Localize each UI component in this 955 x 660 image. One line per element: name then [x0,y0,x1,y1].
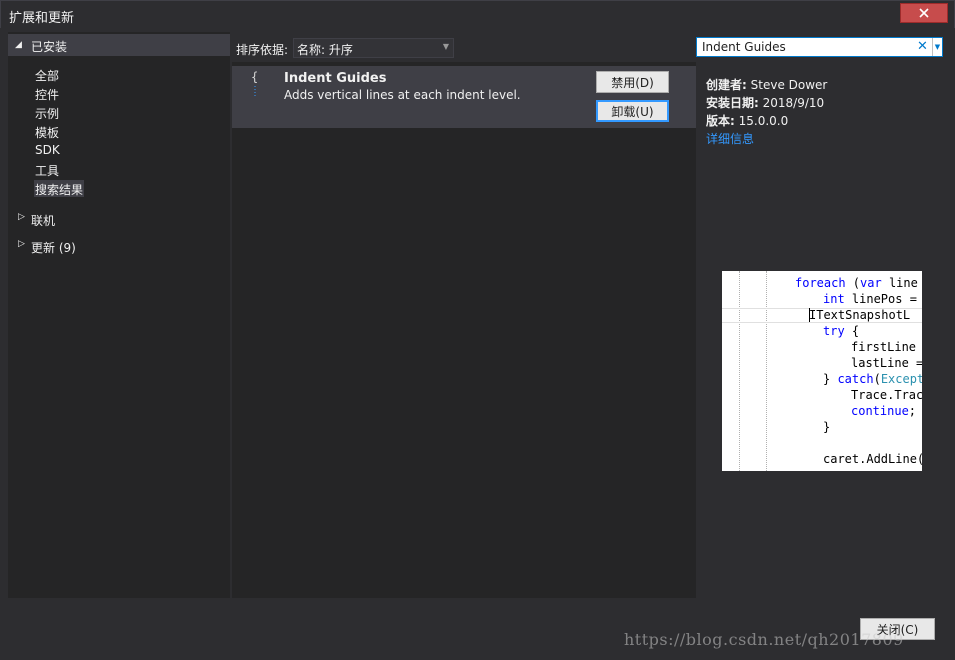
tree-item-templates[interactable]: 模板 [34,123,60,140]
window-title: 扩展和更新 [9,11,75,26]
code-token: Except [880,372,922,386]
code-token: line [881,276,918,290]
svg-text:{: { [251,70,258,84]
code-line: firstLine [851,339,916,355]
tree-node-label: 更新 (9) [31,241,76,255]
version-key: 版本: [706,114,735,128]
details-panel: 创建者: Steve Dower 安装日期: 2018/9/10 版本: 15.… [697,62,946,598]
extension-description: Adds vertical lines at each indent level… [284,88,521,102]
code-token: Trace.Trac [851,388,922,402]
code-token: linePos = [844,292,917,306]
dialog-footer: 关闭(C) [0,598,955,660]
tree-node-label: 已安装 [31,40,68,54]
sort-value: 名称: 升序 [297,43,353,57]
preview-image: foreach (var line int linePos = ITextSnaps… [722,271,922,471]
sort-bar: 排序依据: 名称: 升序 ▼ [232,36,697,60]
code-token: firstLine [851,340,917,354]
tree-node-installed[interactable]: ◢ 已安装 [8,34,230,56]
code-token: caret.AddLine( [823,452,922,466]
tree-item-search-results[interactable]: 搜索结果 [34,180,85,197]
tree-node-online[interactable]: ▷ 联机 [8,208,230,228]
install-date-line: 安装日期: 2018/9/10 [706,94,824,111]
code-token: ITextSnapshotL [809,308,911,322]
text-caret [809,308,810,322]
version-value: 15.0.0.0 [738,114,789,128]
tree-item-samples[interactable]: 示例 [34,104,60,121]
uninstall-button[interactable]: 卸载(U) [596,100,669,122]
window-close-button[interactable] [900,3,948,23]
collapsed-arrow-icon: ▷ [18,212,25,222]
code-token: ; [908,404,917,418]
code-token: catch [837,372,874,386]
tree-item-all[interactable]: 全部 [34,66,60,83]
tree-item-controls[interactable]: 控件 [34,85,60,102]
code-line: lastLine = [851,355,922,371]
code-line: Trace.Trac [851,387,922,403]
code-token: foreach [795,276,846,290]
disable-button[interactable]: 禁用(D) [596,71,669,93]
indent-guide [739,271,740,471]
code-line: } catch(Except [823,371,922,387]
code-token: var [860,276,882,290]
code-token: lastLine = [851,356,922,370]
indent-guide [766,271,767,471]
search-input[interactable]: Indent Guides ✕ ▼ [696,37,943,57]
code-token: int [823,292,845,306]
install-date-value: 2018/9/10 [762,96,825,110]
code-line: caret.AddLine( [823,451,922,467]
sort-dropdown[interactable]: 名称: 升序 ▼ [293,38,454,58]
code-token: } [823,420,831,434]
clear-search-icon[interactable]: ✕ [917,39,931,55]
code-line: int linePos = [823,291,917,307]
search-dropdown-icon[interactable]: ▼ [932,38,942,56]
indent-guides-icon: { [251,70,258,98]
extension-list: { Indent Guides Adds vertical lines at e… [232,62,696,598]
list-item[interactable]: { Indent Guides Adds vertical lines at e… [232,66,696,128]
creator-key: 创建者: [706,78,747,92]
title-bar: 扩展和更新 [0,0,955,28]
code-token: { [844,324,860,338]
version-line: 版本: 15.0.0.0 [706,112,788,129]
watermark: https://blog.csdn.net/qh2017809 [624,630,904,649]
code-line: continue; [851,403,916,419]
category-tree: ◢ 已安装 全部 控件 示例 模板 SDK 工具 搜索结果 ▷ 联机 ▷ 更新 … [8,32,230,598]
search-input-value: Indent Guides [702,40,786,54]
tree-node-label: 联机 [31,214,56,228]
code-token: } [823,372,838,386]
close-x-icon [919,8,929,18]
collapsed-arrow-icon: ▷ [18,239,25,249]
code-line: } [823,419,830,435]
creator-line: 创建者: Steve Dower [706,76,827,93]
tree-item-sdk[interactable]: SDK [34,142,61,159]
code-line: foreach (var line [795,275,918,291]
code-token: ( [873,372,881,386]
install-date-key: 安装日期: [706,96,759,110]
expanded-arrow-icon: ◢ [15,40,22,50]
code-line: try { [823,323,859,339]
tree-item-tools[interactable]: 工具 [34,161,60,178]
chevron-down-icon: ▼ [442,42,449,51]
code-token: try [823,324,845,338]
sort-label: 排序依据: [236,43,289,57]
code-token: continue [851,404,909,418]
code-line: ITextSnapshotL [809,307,910,323]
tree-node-updates[interactable]: ▷ 更新 (9) [8,235,230,255]
more-info-link[interactable]: 详细信息 [706,130,754,147]
extension-name: Indent Guides [284,71,387,86]
code-token: ( [845,276,861,290]
creator-value: Steve Dower [750,78,828,92]
